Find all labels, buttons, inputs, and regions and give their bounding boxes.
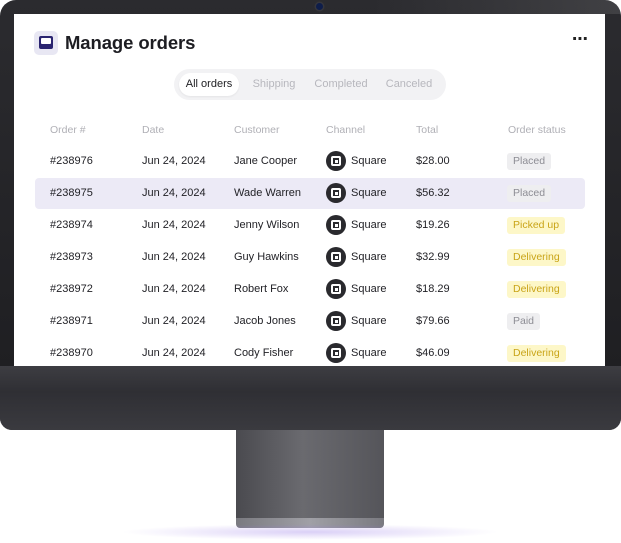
- order-date: Jun 24, 2024: [142, 315, 206, 327]
- table-row[interactable]: #238973 Jun 24, 2024 Guy Hawkins Square $32.…: [35, 242, 585, 273]
- order-date: Jun 24, 2024: [142, 251, 206, 263]
- order-date: Jun 24, 2024: [142, 347, 206, 359]
- order-total: $32.99: [416, 251, 450, 263]
- channel-label: Square: [351, 347, 387, 359]
- column-header-total[interactable]: Total: [416, 124, 438, 136]
- order-number: #238970: [50, 347, 93, 359]
- column-header-status[interactable]: Order status: [508, 124, 566, 136]
- camera-icon: [316, 3, 323, 10]
- customer-name: Robert Fox: [234, 283, 289, 295]
- column-header-order[interactable]: Order #: [50, 124, 86, 136]
- column-header-channel[interactable]: Channel: [326, 124, 365, 136]
- order-number: #238975: [50, 187, 93, 199]
- status-badge: Placed: [507, 153, 552, 170]
- square-pos-icon: [326, 183, 346, 203]
- inbox-logo-icon: [34, 31, 58, 55]
- channel-label: Square: [351, 187, 387, 199]
- order-number: #238972: [50, 283, 93, 295]
- order-total: $19.26: [416, 219, 450, 231]
- customer-name: Wade Warren: [234, 187, 302, 199]
- order-date: Jun 24, 2024: [142, 187, 206, 199]
- square-pos-icon: [326, 279, 346, 299]
- status-badge: Delivering: [507, 249, 566, 266]
- table-row[interactable]: #238971 Jun 24, 2024 Jacob Jones Square $79.…: [35, 306, 585, 337]
- table-row[interactable]: #238972 Jun 24, 2024 Robert Fox Square $18.2…: [35, 274, 585, 305]
- order-total: $18.29: [416, 283, 450, 295]
- app-screen: Manage orders ⋯ All orders Shipping Comp…: [14, 14, 605, 366]
- order-date: Jun 24, 2024: [142, 283, 206, 295]
- status-badge: Delivering: [507, 281, 566, 298]
- column-header-customer[interactable]: Customer: [234, 124, 280, 136]
- square-pos-icon: [326, 247, 346, 267]
- customer-name: Cody Fisher: [234, 347, 294, 359]
- order-total: $46.09: [416, 347, 450, 359]
- page-title: Manage orders: [65, 32, 196, 53]
- status-badge: Picked up: [507, 217, 566, 234]
- square-pos-icon: [326, 215, 346, 235]
- order-number: #238974: [50, 219, 93, 231]
- order-date: Jun 24, 2024: [142, 219, 206, 231]
- channel-label: Square: [351, 251, 387, 263]
- tab-all-orders[interactable]: All orders: [179, 73, 239, 96]
- status-badge: Placed: [507, 185, 552, 202]
- order-date: Jun 24, 2024: [142, 155, 206, 167]
- channel-label: Square: [351, 315, 387, 327]
- status-badge: Delivering: [507, 345, 566, 362]
- customer-name: Jane Cooper: [234, 155, 297, 167]
- tab-shipping[interactable]: Shipping: [244, 73, 304, 96]
- floor-glow: [120, 524, 500, 540]
- more-horizontal-icon[interactable]: ⋯: [571, 32, 589, 51]
- table-row[interactable]: #238970 Jun 24, 2024 Cody Fisher Square $46.…: [35, 338, 585, 366]
- order-tabs: All orders Shipping Completed Canceled: [174, 69, 446, 100]
- column-header-date[interactable]: Date: [142, 124, 164, 136]
- square-pos-icon: [326, 311, 346, 331]
- monitor-stand: [236, 430, 384, 522]
- order-total: $56.32: [416, 187, 450, 199]
- square-pos-icon: [326, 343, 346, 363]
- order-number: #238973: [50, 251, 93, 263]
- customer-name: Jenny Wilson: [234, 219, 300, 231]
- table-row[interactable]: #238975 Jun 24, 2024 Wade Warren Square $56.…: [35, 178, 585, 209]
- order-number: #238971: [50, 315, 93, 327]
- customer-name: Jacob Jones: [234, 315, 296, 327]
- logo-glyph: [39, 36, 53, 49]
- tab-completed[interactable]: Completed: [309, 73, 373, 96]
- status-badge: Paid: [507, 313, 541, 330]
- bezel-sheen: [0, 0, 621, 14]
- square-pos-icon: [326, 151, 346, 171]
- monitor-chin: [0, 366, 621, 430]
- channel-label: Square: [351, 219, 387, 231]
- channel-label: Square: [351, 283, 387, 295]
- table-row[interactable]: #238976 Jun 24, 2024 Jane Cooper Square $28.…: [35, 146, 585, 177]
- tab-canceled[interactable]: Canceled: [379, 73, 439, 96]
- customer-name: Guy Hawkins: [234, 251, 299, 263]
- order-total: $28.00: [416, 155, 450, 167]
- order-number: #238976: [50, 155, 93, 167]
- table-row[interactable]: #238974 Jun 24, 2024 Jenny Wilson Square $19…: [35, 210, 585, 241]
- page-header: Manage orders ⋯: [34, 31, 589, 55]
- order-total: $79.66: [416, 315, 450, 327]
- channel-label: Square: [351, 155, 387, 167]
